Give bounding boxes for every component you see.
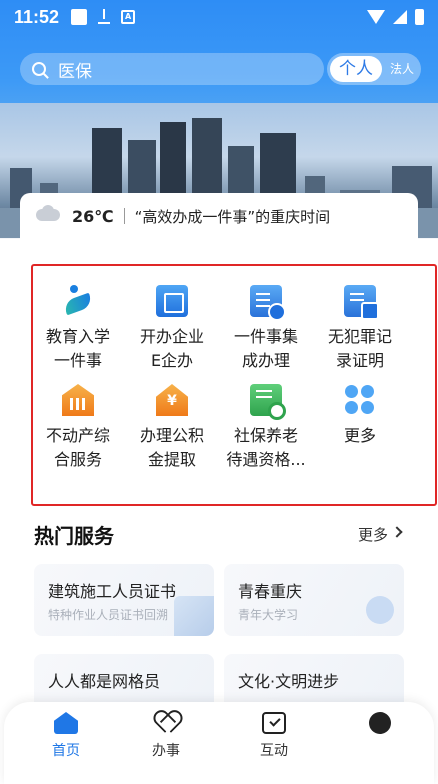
card-illustration [174,596,214,636]
heart-icon [154,712,178,734]
nav-interact-label: 互动 [260,743,288,759]
nav-home[interactable]: 首页 [36,712,96,760]
service-business[interactable]: 开办企业 E企办 [127,285,217,373]
a-badge-icon: A [121,10,136,24]
runner-illustration [366,596,394,624]
card-title: 建筑施工人员证书 [48,582,177,601]
service-label: 一件事 [53,351,102,370]
service-fund[interactable]: 办理公积 金提取 [127,384,217,472]
service-label: 合服务 [53,450,102,469]
card-title: 青春重庆 [238,582,303,601]
service-one-thing[interactable]: 一件事集 成办理 [221,285,311,373]
personal-tab[interactable]: 个人 [330,56,382,82]
status-bar: 11:52 A [0,0,438,34]
home-icon [54,712,78,734]
hot-services-title: 热门服务 [34,524,114,548]
notification-square-icon [71,9,88,25]
no-crime-icon [344,285,379,320]
weather-slogan: “高效办成一件事”的重庆时间 [134,207,331,226]
service-label: 录证明 [335,351,384,370]
legal-tab[interactable]: 法人 [385,56,419,82]
bottom-nav: 首页 办事 互动 [4,702,434,784]
battery-icon [415,9,424,25]
service-label: 一件事集 [233,327,298,346]
service-label: 待遇资格... [226,450,306,469]
profile-icon [369,712,391,734]
service-more[interactable]: 更多 [315,384,405,448]
service-label: 办理公积 [139,426,204,445]
nav-profile[interactable] [350,712,410,734]
hot-card-youth[interactable]: 青春重庆 青年大学习 [224,564,404,636]
real-estate-icon [62,384,94,416]
hot-card-construction[interactable]: 建筑施工人员证书 特种作业人员证书回溯 [34,564,214,636]
card-subtitle: 青年大学习 [238,608,299,622]
service-label: 不动产综 [45,426,110,445]
service-label: E企办 [150,351,194,370]
one-thing-icon [250,285,286,321]
card-title: 文化·文明进步 [238,672,340,691]
card-title: 人人都是网格员 [48,672,161,691]
service-label: 更多 [343,426,376,445]
cloud-rain-icon [32,205,62,227]
service-social-security[interactable]: 社保养老 待遇资格... [221,384,311,472]
user-type-switch[interactable]: 个人 法人 [327,53,421,85]
weather-bar[interactable]: 26℃ “高效办成一件事”的重庆时间 [20,193,418,239]
service-label: 无犯罪记 [327,327,392,346]
nav-affairs[interactable]: 办事 [136,712,196,760]
search-input[interactable]: 医保 [20,53,324,85]
service-label: 教育入学 [45,327,110,346]
search-icon [32,62,46,76]
social-security-icon [250,384,286,420]
signal-icon [393,10,407,24]
nav-home-label: 首页 [52,743,80,759]
service-real-estate[interactable]: 不动产综 合服务 [33,384,123,472]
hot-more-link[interactable]: 更多 [358,524,388,545]
wifi-icon [367,10,385,24]
service-no-crime[interactable]: 无犯罪记 录证明 [315,285,405,373]
card-subtitle: 特种作业人员证书回溯 [48,608,169,622]
status-time: 11:52 [14,6,60,27]
divider [123,208,125,224]
service-label: 开办企业 [139,327,204,346]
search-placeholder: 医保 [58,61,92,82]
fund-icon [156,384,188,416]
service-label: 金提取 [147,450,196,469]
service-label: 成办理 [241,351,290,370]
temperature: 26℃ [72,206,114,226]
education-icon [62,285,94,317]
download-icon [97,9,111,25]
calendar-check-icon [262,712,286,734]
business-icon [156,285,188,317]
service-education[interactable]: 教育入学 一件事 [33,285,123,373]
service-label: 社保养老 [233,426,298,445]
nav-interact[interactable]: 互动 [244,712,304,760]
nav-affairs-label: 办事 [152,743,180,759]
more-icon [344,384,376,416]
